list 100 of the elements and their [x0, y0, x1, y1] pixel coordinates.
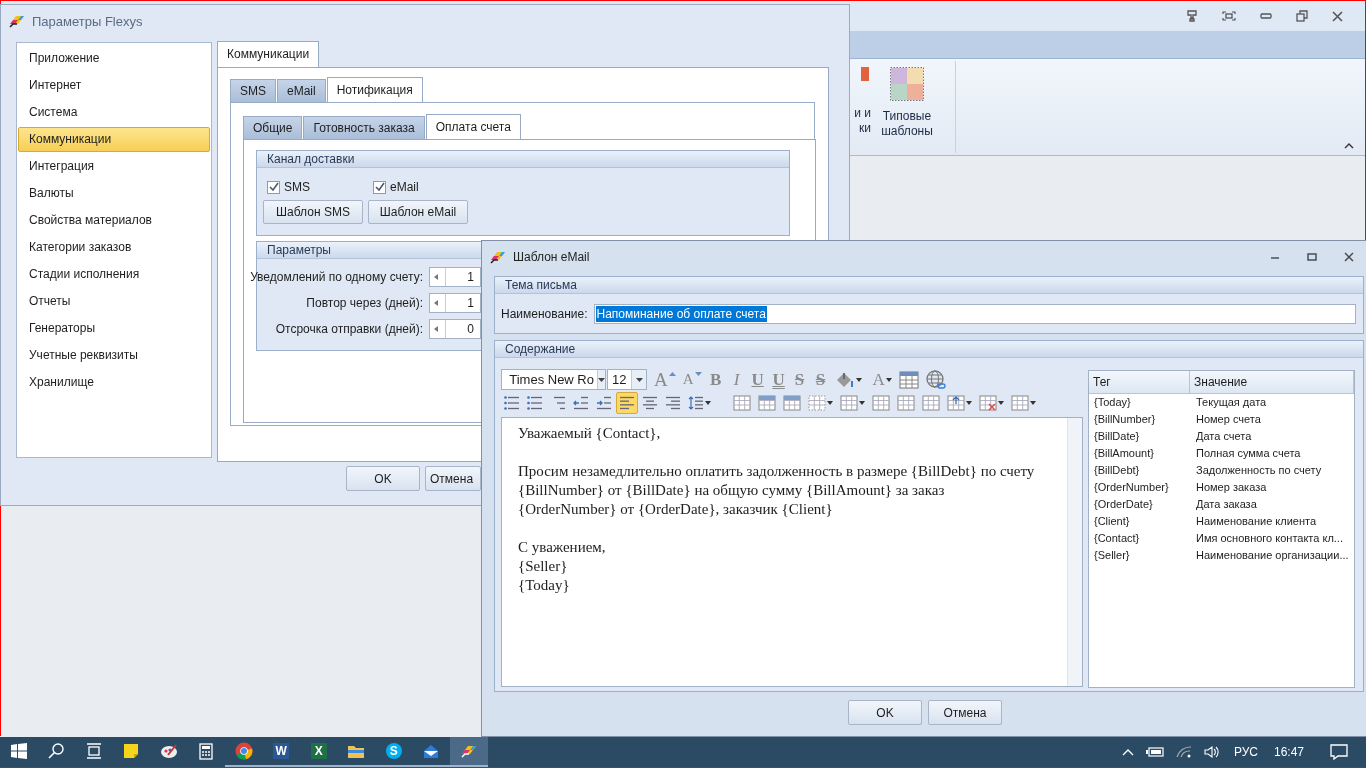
numbering-icon [527, 395, 543, 410]
left-arrow-icon[interactable] [434, 274, 439, 280]
maximize-icon[interactable] [1307, 252, 1317, 262]
checkbox-label: eMail [390, 180, 419, 194]
tab[interactable]: Общие [243, 116, 303, 140]
name-field[interactable]: Напоминание об оплате счета [593, 304, 1356, 324]
caret-icon [885, 377, 892, 382]
skype-letter: S [385, 743, 402, 759]
delete-table-icon [979, 394, 997, 411]
insert-above-icon [947, 394, 965, 411]
checkbox[interactable] [373, 180, 386, 194]
dialog-button[interactable]: Отмена [928, 700, 1002, 725]
templates-button[interactable]: Типовые шаблоны [871, 59, 943, 155]
left-arrow-icon[interactable] [434, 326, 439, 332]
table-cell-text: Номер счета [1195, 412, 1261, 427]
excel-taskbar-button[interactable]: X [300, 737, 338, 767]
dialog-button[interactable]: Отмена [425, 466, 481, 491]
pin-icon[interactable] [1186, 10, 1198, 22]
checkbox[interactable] [267, 180, 280, 194]
borders-icon [808, 394, 826, 411]
word-letter: W [273, 743, 290, 759]
table-cell-text: Наименование организации... [1195, 548, 1349, 563]
settings-list-item[interactable]: Интернет [18, 73, 210, 98]
table-cell-text: Дата счета [1195, 429, 1252, 444]
volume-icon[interactable] [1203, 746, 1220, 758]
dropdown-arrow-icon[interactable] [635, 377, 643, 382]
tab[interactable]: Коммуникации [217, 41, 320, 67]
settings-list-item[interactable]: Приложение [18, 46, 210, 71]
close-icon[interactable] [1344, 252, 1354, 262]
settings-list-item[interactable]: Стадии исполнения [18, 262, 210, 287]
spin-field[interactable]: 0 [429, 319, 481, 339]
column-header[interactable]: Тег [1089, 371, 1190, 393]
settings-list-item[interactable]: Свойства материалов [18, 208, 210, 233]
triangle-icon [668, 371, 676, 376]
dialog-title: Параметры Flexys [32, 13, 143, 29]
language-indicator[interactable]: РУС [1233, 745, 1258, 759]
minimize-icon[interactable] [1260, 13, 1272, 19]
caret-icon [827, 400, 833, 405]
task-view-icon [85, 743, 102, 759]
ribbon-label: и и ки [853, 106, 871, 136]
font-size-dropdown[interactable]: 12 [607, 369, 647, 390]
table-style-icon [758, 394, 776, 411]
restore-icon[interactable] [1296, 10, 1308, 22]
template-button[interactable]: Шаблон SMS [263, 200, 363, 224]
tab[interactable]: SMS [230, 79, 276, 103]
spin-field[interactable]: 1 [429, 293, 481, 313]
scroll-bar[interactable] [1067, 418, 1082, 686]
settings-list-item[interactable]: Учетные реквизиты [18, 343, 210, 368]
settings-list-item[interactable]: Система [18, 100, 210, 125]
tab[interactable]: Нотификация [326, 77, 423, 103]
battery-icon[interactable] [1145, 747, 1164, 757]
text-editor[interactable] [501, 417, 1083, 687]
word-taskbar-button[interactable]: W [262, 737, 300, 767]
settings-list-item[interactable]: Отчеты [18, 289, 210, 314]
settings-list-item[interactable]: Коммуникации [18, 127, 210, 152]
settings-list-item[interactable]: Хранилище [18, 370, 210, 395]
table-properties-icon [733, 394, 751, 411]
table-icon [898, 370, 919, 389]
puzzle-icon [890, 67, 924, 101]
table-cell-text: Наименование клиента [1195, 514, 1317, 529]
table-cell-text: {Today} [1093, 395, 1132, 410]
notifications-icon[interactable] [1330, 744, 1348, 760]
close-icon[interactable] [1332, 10, 1343, 22]
spin-field[interactable]: 1 [429, 267, 481, 287]
column-header[interactable]: Значение [1190, 371, 1354, 393]
align-left-button[interactable] [616, 391, 638, 414]
dialog-button[interactable]: OK [346, 466, 420, 491]
align-center-icon [642, 395, 658, 410]
field-label: Уведомлений по одному счету: [250, 270, 423, 284]
font-dropdown[interactable]: Times New Ro [501, 369, 606, 390]
template-button[interactable]: Шаблон eMail [368, 200, 468, 224]
table-cell-text: Имя основного контакта кл... [1195, 531, 1343, 546]
table-cell-text: {Contact} [1093, 531, 1141, 546]
settings-list-item[interactable]: Генераторы [18, 316, 210, 341]
table-cell-text: Задолженность по счету [1195, 463, 1322, 478]
clock[interactable]: 16:47 [1273, 745, 1304, 759]
settings-list-item[interactable]: Интеграция [18, 154, 210, 179]
table-cell-text: Полная сумма счета [1195, 446, 1301, 461]
line-spacing-icon [688, 395, 704, 410]
merge-cells-icon [872, 394, 890, 411]
dialog-button[interactable]: OK [848, 700, 922, 725]
tab[interactable]: eMail [277, 79, 326, 103]
align-right-icon [665, 395, 681, 410]
wifi-icon[interactable] [1175, 746, 1192, 758]
tab[interactable]: Готовность заказа [303, 116, 425, 140]
field-label: Повтор через (дней): [306, 296, 423, 310]
settings-list-item[interactable]: Категории заказов [18, 235, 210, 260]
tab[interactable]: Оплата счета [425, 114, 521, 140]
fullscreen-icon[interactable] [1222, 11, 1236, 21]
template-icon [861, 67, 869, 81]
browser-icon [234, 742, 253, 760]
outdent-icon [573, 395, 589, 410]
group-title: Содержание [495, 341, 1363, 358]
left-arrow-icon[interactable] [434, 300, 439, 306]
table-cell-text: Дата заказа [1195, 497, 1257, 512]
collapse-icon[interactable] [1344, 142, 1354, 149]
settings-list-item[interactable]: Валюты [18, 181, 210, 206]
chevron-up-icon[interactable] [1121, 748, 1134, 756]
dropdown-arrow-icon[interactable] [598, 377, 605, 382]
folder-icon [347, 743, 366, 759]
